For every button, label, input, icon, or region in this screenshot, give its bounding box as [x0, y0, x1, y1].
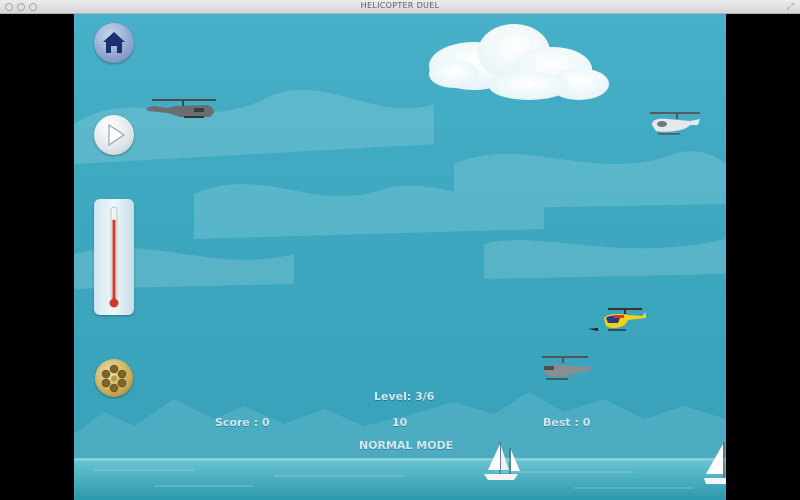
center-counter: 10: [392, 416, 408, 429]
play-icon: [108, 123, 126, 147]
fullscreen-icon[interactable]: ⤢: [787, 2, 794, 12]
game-stage[interactable]: Level: 3/6 Score : 0 10 Best : 0 NORMAL …: [74, 14, 726, 500]
score-display: Score : 0: [215, 416, 270, 429]
cloud: [429, 24, 609, 100]
enemy-helicopter: [650, 112, 700, 135]
level-indicator: Level: 3/6: [374, 390, 435, 403]
window-titlebar: HELICOPTER DUEL ⤢: [0, 0, 800, 14]
player-helicopter[interactable]: [586, 306, 648, 336]
revolver-ammo-button[interactable]: [95, 359, 133, 397]
power-thermometer: [94, 199, 134, 315]
best-score-display: Best : 0: [543, 416, 591, 429]
window-title: HELICOPTER DUEL: [360, 1, 440, 10]
home-icon: [103, 32, 125, 53]
enemy-helicopter: [542, 356, 592, 380]
sailboat: [704, 442, 726, 484]
sailboat: [484, 442, 520, 480]
thermometer-bulb: [109, 298, 119, 308]
thermometer-fill: [112, 219, 116, 299]
sea: [74, 458, 726, 500]
home-button[interactable]: [94, 23, 134, 63]
revolver-cylinder-icon: [101, 364, 127, 393]
game-mode-label: NORMAL MODE: [359, 439, 454, 452]
enemy-helicopter: [146, 99, 216, 118]
play-button[interactable]: [94, 115, 134, 155]
